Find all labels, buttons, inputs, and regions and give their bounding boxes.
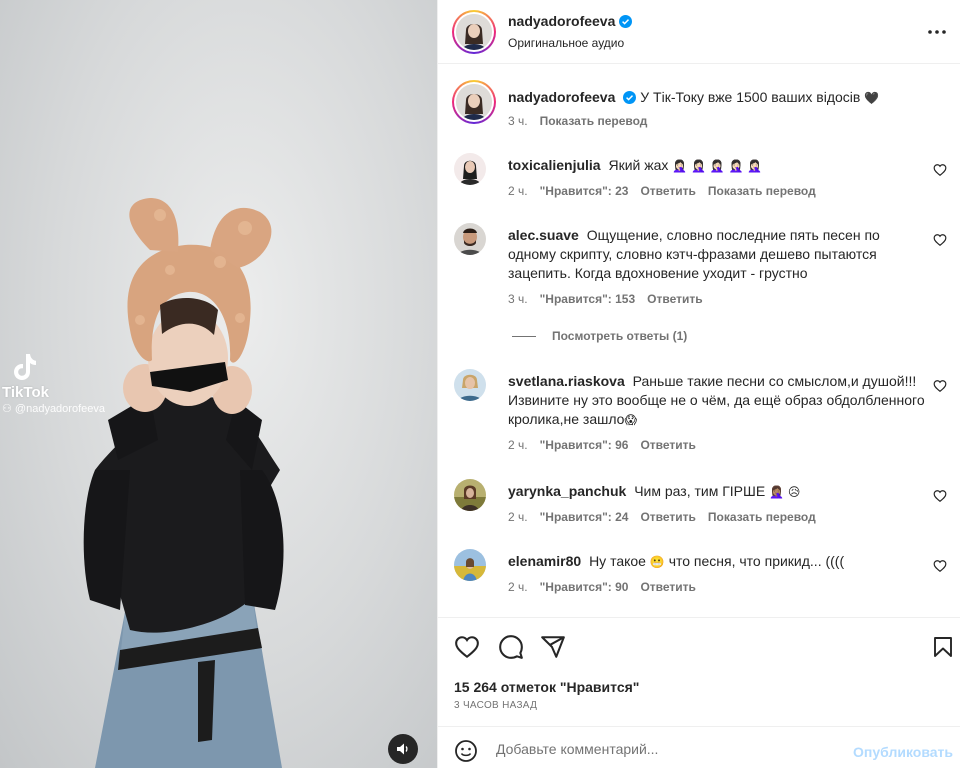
comment-meta: 2 ч. "Нравится": 96 Ответить (508, 438, 696, 452)
tiktok-logo-icon (12, 352, 38, 382)
comment-username[interactable]: alec.suave (508, 227, 579, 243)
commenter-avatar[interactable] (454, 549, 486, 581)
commenter-avatar[interactable] (454, 223, 486, 255)
comment-time[interactable]: 2 ч. (508, 510, 528, 524)
comment-likes[interactable]: "Нравится": 153 (540, 292, 636, 306)
replies-divider (512, 335, 536, 337)
comment-emoji: 🤦🏽‍♀️ 😥 (769, 485, 801, 499)
comment-text: Чим раз, тим ГІРШЕ (634, 483, 766, 499)
sound-icon (397, 743, 408, 755)
comment-like-button[interactable] (933, 489, 947, 503)
post-time[interactable]: 3 ЧАСОВ НАЗАД (454, 700, 537, 711)
caption-username[interactable]: nadyadorofeeva (508, 89, 615, 105)
comment-emoji: 🤦🏻‍♀️ 🤦🏻‍♀️ 🤦🏻‍♀️ 🤦🏻‍♀️ 🤦🏻‍♀️ (672, 159, 763, 173)
commenter-avatar[interactable] (454, 479, 486, 511)
commenter-avatar[interactable] (454, 153, 486, 185)
heart-icon (933, 380, 947, 392)
comment-text: Який жах (608, 157, 669, 173)
comment-text-cont: что песня, что прикид... (((( (668, 553, 845, 569)
tiktok-brand: TikTok (2, 384, 49, 401)
audio-label[interactable]: Оригинальное аудио (508, 36, 624, 50)
reply-button[interactable]: Ответить (640, 580, 695, 594)
post-header: nadyadorofeeva Оригинальное аудио (438, 0, 960, 64)
tiktok-handle: ⚇ @nadyadorofeeva (2, 402, 105, 415)
caption-text: У Тік-Току вже 1500 ваших відосів (640, 89, 861, 105)
tiktok-handle-text: @nadyadorofeeva (14, 403, 105, 415)
caption-time[interactable]: 3 ч. (508, 114, 528, 128)
post-comment-button[interactable]: Опубликовать (853, 744, 953, 760)
comment-meta: 2 ч. "Нравится": 24 Ответить Показать пе… (508, 510, 816, 524)
comment-username[interactable]: svetlana.riaskova (508, 373, 625, 389)
comments-list[interactable]: nadyadorofeeva У Тік-Току вже 1500 ваших… (438, 65, 960, 617)
comment-likes[interactable]: "Нравится": 23 (540, 184, 629, 198)
post-media[interactable]: TikTok ⚇ @nadyadorofeeva (0, 0, 437, 768)
comment-meta: 2 ч. "Нравится": 90 Ответить (508, 580, 696, 594)
caption-translate-button[interactable]: Показать перевод (540, 114, 648, 128)
comment-emoji: 😬 (649, 555, 665, 569)
comment-button[interactable] (498, 634, 524, 660)
comment-time[interactable]: 2 ч. (508, 184, 528, 198)
comment-composer: Опубликовать (438, 726, 960, 768)
caption-avatar[interactable] (452, 80, 496, 124)
emoji-icon (455, 740, 477, 762)
comment-time[interactable]: 3 ч. (508, 292, 528, 306)
comment-text: Ну такое (589, 553, 646, 569)
comment-meta: 3 ч. "Нравится": 153 Ответить (508, 292, 703, 306)
comment-like-button[interactable] (933, 233, 947, 247)
comment-username[interactable]: toxicalienjulia (508, 157, 601, 173)
more-icon (928, 30, 946, 34)
comment-likes[interactable]: "Нравится": 96 (540, 438, 629, 452)
save-button[interactable] (931, 634, 957, 660)
heart-icon (933, 490, 947, 502)
caption-emoji: 🖤 (864, 91, 880, 105)
heart-icon (933, 560, 947, 572)
reply-button[interactable]: Ответить (640, 184, 695, 198)
reply-button[interactable]: Ответить (640, 510, 695, 524)
comment-like-button[interactable] (933, 379, 947, 393)
comment-time[interactable]: 2 ч. (508, 580, 528, 594)
likes-count[interactable]: 15 264 отметок "Нравится" (454, 679, 639, 695)
view-replies-label: Посмотреть ответы (1) (552, 329, 688, 343)
caption-meta: 3 ч. Показать перевод (508, 114, 647, 128)
heart-icon (933, 234, 947, 246)
comment-likes[interactable]: "Нравится": 24 (540, 510, 629, 524)
author-info: nadyadorofeeva (508, 13, 633, 31)
reply-button[interactable]: Ответить (647, 292, 702, 306)
comment-icon (499, 635, 523, 659)
heart-icon (933, 164, 947, 176)
commenter-avatar[interactable] (454, 369, 486, 401)
comment-meta: 2 ч. "Нравится": 23 Ответить Показать пе… (508, 184, 816, 198)
emoji-picker-button[interactable] (454, 739, 478, 763)
author-username[interactable]: nadyadorofeeva (508, 13, 615, 29)
share-icon (541, 636, 565, 658)
like-button[interactable] (454, 634, 480, 660)
reply-button[interactable]: Ответить (640, 438, 695, 452)
comment-username[interactable]: yarynka_panchuk (508, 483, 626, 499)
comment-input[interactable] (496, 737, 836, 761)
tiktok-watermark: TikTok ⚇ @nadyadorofeeva (2, 352, 105, 415)
comment-like-button[interactable] (933, 559, 947, 573)
comment-like-button[interactable] (933, 163, 947, 177)
view-replies-button[interactable]: Посмотреть ответы (1) (512, 329, 687, 343)
verified-icon (619, 15, 633, 31)
translate-button[interactable]: Показать перевод (708, 510, 816, 524)
user-icon: ⚇ (2, 403, 15, 415)
post-actions: 15 264 отметок "Нравится" 3 ЧАСОВ НАЗАД (438, 617, 960, 727)
comment-emoji: 😱 (624, 413, 637, 427)
translate-button[interactable]: Показать перевод (708, 184, 816, 198)
more-options-button[interactable] (925, 20, 949, 44)
heart-icon (455, 636, 479, 659)
share-button[interactable] (540, 634, 566, 660)
verified-icon (623, 90, 637, 109)
comment-likes[interactable]: "Нравится": 90 (540, 580, 629, 594)
comment-username[interactable]: elenamir80 (508, 553, 581, 569)
post-panel: nadyadorofeeva Оригинальное аудио nadyad… (437, 0, 960, 768)
bookmark-icon (934, 637, 952, 657)
author-avatar[interactable] (452, 10, 496, 54)
sound-toggle-button[interactable] (388, 734, 418, 764)
comment-time[interactable]: 2 ч. (508, 438, 528, 452)
